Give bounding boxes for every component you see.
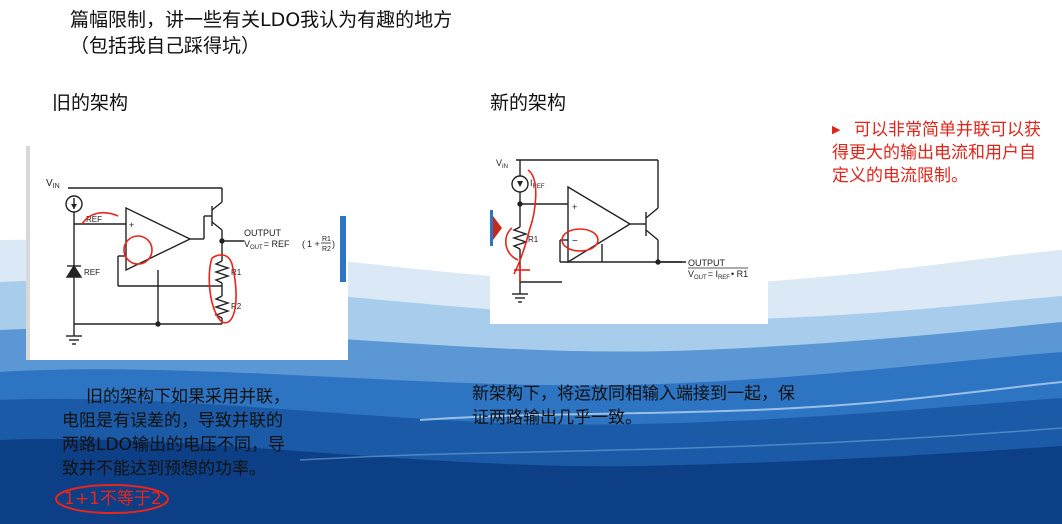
old-plus-label: + [129, 220, 134, 230]
new-formula-isub: REF [718, 275, 730, 281]
new-r1-label: R1 [528, 235, 539, 244]
old-ldo-schematic: VIN REF REF + OUTPUT VOUT= REF ( 1 + R1 … [26, 146, 346, 360]
new-paragraph-line-1: 新架构下，将运放同相输入端接到一起，保 [472, 384, 795, 404]
new-ldo-schematic: VIN IREF + − R1 OUTPUT VOUT= IREF• R1 [490, 158, 748, 303]
new-formula-eq: = I [708, 269, 718, 279]
new-architecture-diagram: VIN IREF + − R1 OUTPUT VOUT= IREF• R1 [490, 132, 768, 324]
side-note: ▶ 可以非常简单并联可以获得更大的输出电流和用户自定义的电流限制。 [832, 118, 1052, 188]
old-architecture-diagram: VIN REF REF + OUTPUT VOUT= REF ( 1 + R1 … [26, 146, 348, 360]
svg-text:VOUT= IREF• R1: VOUT= IREF• R1 [688, 269, 748, 281]
new-architecture-title: 新的架构 [490, 92, 567, 114]
svg-text:VIN: VIN [46, 178, 60, 190]
header-line-2: （包括我自己踩得坑） [70, 35, 261, 57]
old-ref-diode-label: REF [84, 268, 100, 277]
svg-text:): ) [332, 239, 335, 249]
old-vin-sub: IN [53, 183, 60, 190]
svg-text:IREF: IREF [530, 178, 545, 190]
old-output-label: OUTPUT [244, 228, 282, 238]
svg-text:VIN: VIN [496, 158, 508, 170]
old-architecture-title: 旧的架构 [52, 92, 129, 114]
svg-text:(: ( [302, 239, 305, 249]
new-formula-sub: OUT [694, 275, 707, 281]
old-formula-eq: = REF [264, 239, 290, 249]
new-iref-sub: REF [533, 184, 545, 190]
handwritten-note: 1+1不等于2 [64, 489, 162, 509]
old-formula-sub: OUT [250, 245, 263, 251]
new-plus-label: + [572, 202, 577, 212]
old-formula-num: R1 [322, 236, 331, 243]
header-line-1: 篇幅限制，讲一些有关LDO我认为有趣的地方 [70, 9, 453, 31]
old-paragraph-line-2: 电阻是有误差的，导致并联的 [62, 411, 283, 431]
new-minus-label: − [572, 236, 578, 247]
new-formula-tail: • R1 [731, 269, 748, 279]
new-vin-sub: IN [502, 164, 508, 170]
old-red-annotations [81, 211, 237, 324]
triangle-bullet-icon: ▶ [832, 123, 841, 136]
new-paragraph-line-2: 证两路输出几乎一致。 [472, 408, 642, 428]
old-formula-den: R2 [322, 246, 331, 253]
old-paragraph-line-1: 旧的架构下如果采用并联， [86, 387, 290, 407]
old-formula-one-plus: 1 + [307, 239, 320, 249]
svg-text:VOUT= REF: VOUT= REF [244, 239, 290, 251]
old-paragraph-line-3: 两路LDO输出的电压不同，导 [62, 435, 285, 455]
new-output-label: OUTPUT [688, 258, 726, 268]
side-note-text: 可以非常简单并联可以获得更大的输出电流和用户自定义的电流限制。 [832, 120, 1041, 186]
